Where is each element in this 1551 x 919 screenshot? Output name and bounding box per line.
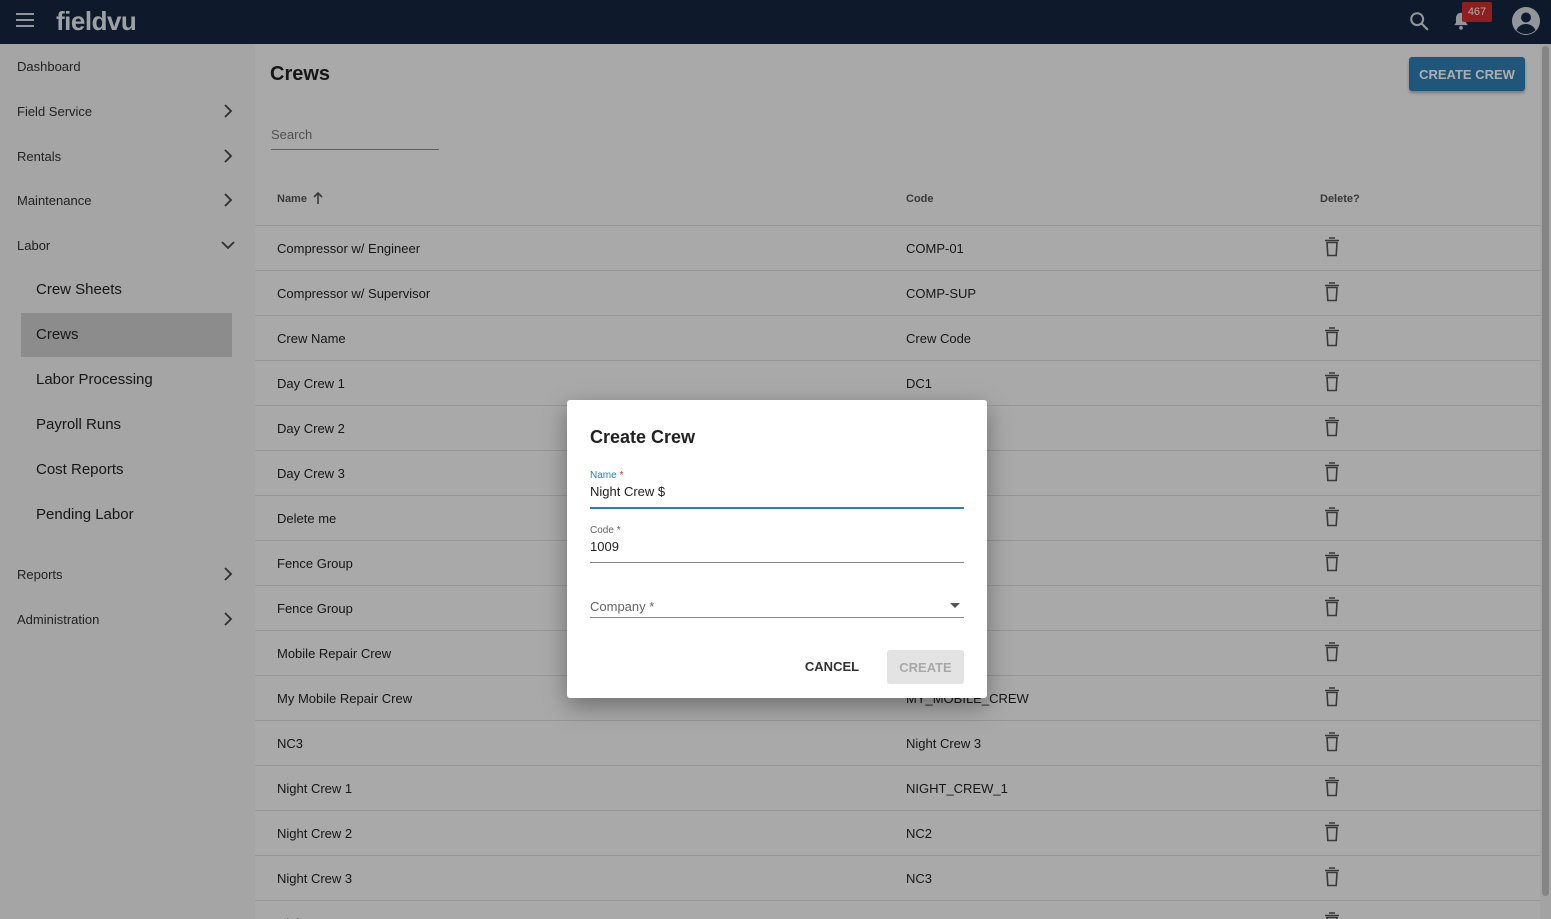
code-field-label: Code * [590, 525, 621, 536]
name-field: Name * [590, 470, 964, 510]
code-field: Code * [590, 525, 964, 565]
company-select-label: Company * [590, 599, 654, 614]
code-input[interactable] [590, 539, 964, 554]
name-field-label: Name * [590, 470, 623, 481]
name-field-underline [590, 507, 964, 509]
cancel-button[interactable]: CANCEL [795, 650, 869, 682]
create-crew-dialog: Create Crew Name * Code * Company * CANC… [567, 400, 987, 698]
dropdown-arrow-icon[interactable] [950, 603, 960, 608]
dialog-title: Create Crew [590, 427, 696, 447]
company-label-text: Company [590, 599, 646, 614]
name-input[interactable] [590, 484, 964, 499]
code-field-underline [590, 562, 964, 563]
create-button[interactable]: CREATE [887, 650, 964, 684]
company-select-underline [590, 617, 964, 618]
required-marker: * [619, 470, 624, 481]
code-label-text: Code [590, 525, 614, 536]
company-select[interactable]: Company * [590, 595, 964, 619]
name-label-text: Name [590, 470, 617, 481]
required-marker: * [616, 525, 621, 536]
required-marker: * [649, 599, 655, 614]
